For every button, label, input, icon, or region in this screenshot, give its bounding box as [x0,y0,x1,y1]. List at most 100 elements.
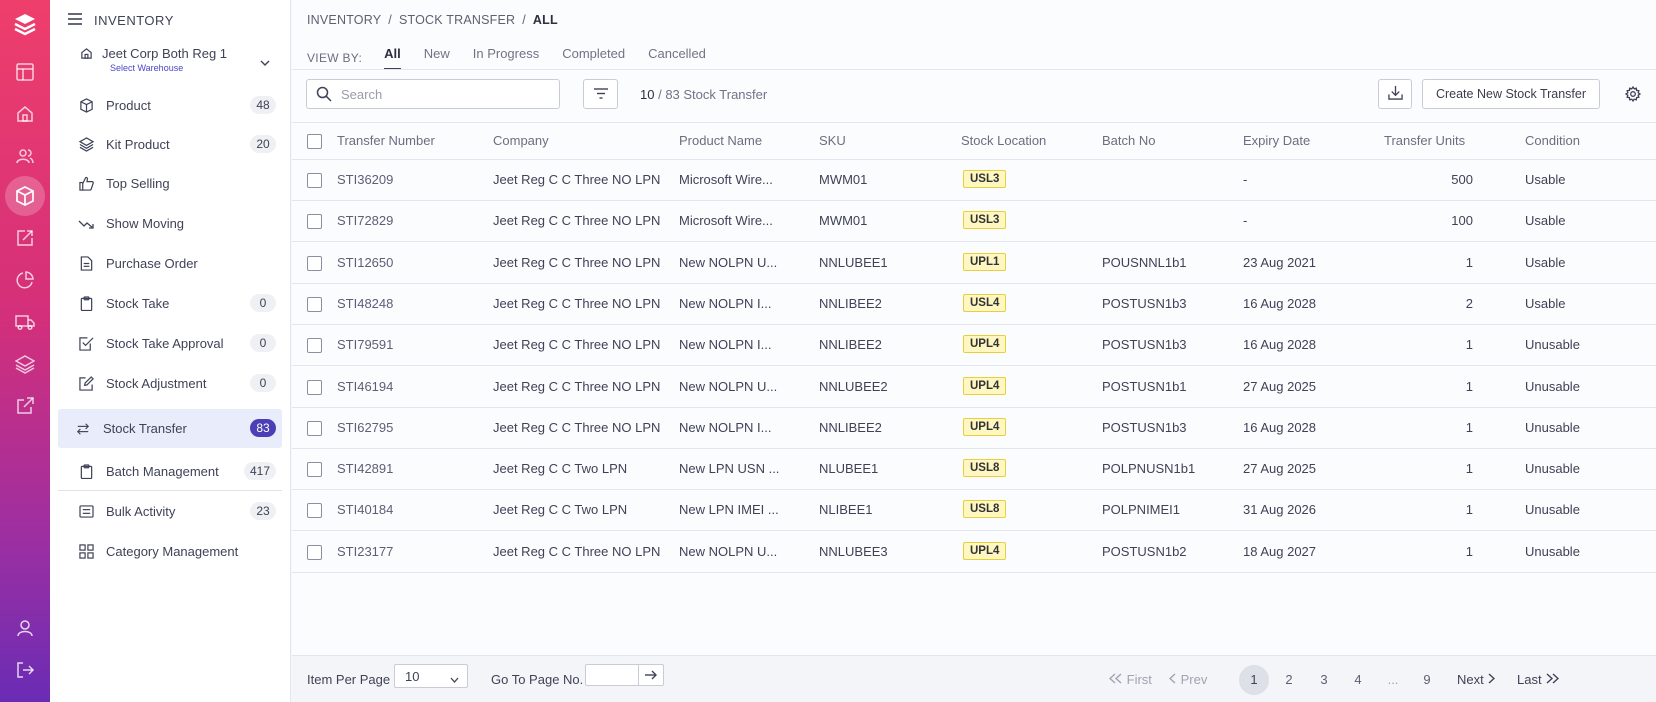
sidebar-item-batch-management[interactable]: Batch Management 417 [58,452,282,491]
search-box[interactable] [306,79,560,109]
row-checkbox[interactable] [307,255,322,271]
create-stock-transfer-button[interactable]: Create New Stock Transfer [1422,79,1600,109]
row-checkbox[interactable] [307,420,322,436]
user-icon[interactable] [5,608,45,648]
table-row[interactable]: STI46194 Jeet Reg C C Three NO LPN New NOL… [292,367,1656,408]
per-page-select[interactable]: 10 [394,664,468,688]
hamburger-menu-icon[interactable] [68,13,82,28]
cell-sku: NNLUBEE3 [819,543,888,559]
page-number-2[interactable]: 2 [1274,665,1304,695]
cell-transfer-number[interactable]: STI72829 [337,213,393,228]
page-number-1[interactable]: 1 [1239,665,1269,695]
cell-transfer-number[interactable]: STI40184 [337,502,393,517]
cell-transfer-number[interactable]: STI46194 [337,379,393,394]
tab-in-progress[interactable]: In Progress [473,45,539,70]
table-row[interactable]: STI48248 Jeet Reg C C Three NO LPN New NOL… [292,284,1656,325]
table-row[interactable]: STI62795 Jeet Reg C C Three NO LPN New NOL… [292,408,1656,449]
sidebar-item-stock-transfer[interactable]: Stock Transfer 83 [58,409,282,448]
cell-transfer-units: 1 [1465,337,1473,353]
sidebar-item-top-selling[interactable]: Top Selling [58,164,282,203]
truck-icon[interactable] [5,302,45,342]
last-page-button[interactable]: Last [1517,672,1560,687]
column-header[interactable]: Stock Location [961,133,1046,148]
page-number-3[interactable]: 3 [1309,665,1339,695]
home-icon[interactable] [5,94,45,134]
table-row[interactable]: STI36209 Jeet Reg C C Three NO LPN Microso… [292,160,1656,201]
column-header[interactable]: Batch No [1102,133,1155,148]
row-checkbox[interactable] [307,544,322,560]
column-header[interactable]: Product Name [679,133,762,148]
column-header[interactable]: Company [493,133,549,148]
table-row[interactable]: STI23177 Jeet Reg C C Three NO LPN New NOL… [292,532,1656,573]
logo-icon[interactable] [5,4,45,44]
next-page-button[interactable]: Next [1457,672,1496,687]
search-icon [307,86,341,102]
row-checkbox[interactable] [307,338,322,354]
table-row[interactable]: STI40184 Jeet Reg C C Two LPN New LPN IMEI… [292,490,1656,532]
sidebar-item-show-moving[interactable]: Show Moving [58,204,282,243]
column-header[interactable]: Transfer Number [337,133,435,148]
sidebar-item-bulk-activity[interactable]: Bulk Activity 23 [58,492,282,531]
tab-new[interactable]: New [424,45,450,70]
users-icon[interactable] [5,136,45,176]
sidebar-item-product[interactable]: Product 48 [58,86,282,125]
external-link-icon[interactable] [5,386,45,426]
stock-location-badge: USL8 [963,459,1007,478]
pie-chart-icon[interactable] [5,260,45,300]
column-header[interactable]: Expiry Date [1243,133,1310,148]
sidebar-item-category-management[interactable]: Category Management [58,532,282,571]
tab-all[interactable]: All [384,45,401,70]
goto-page-button[interactable] [638,664,664,686]
search-input[interactable] [341,86,541,102]
sidebar-item-kit-product[interactable]: Kit Product 20 [58,125,282,164]
cell-transfer-number[interactable]: STI79591 [337,337,393,352]
tab-completed[interactable]: Completed [562,45,625,70]
double-chevron-right-icon [1545,672,1560,687]
breadcrumb-inventory[interactable]: INVENTORY [307,13,381,27]
cell-transfer-number[interactable]: STI62795 [337,420,393,435]
table-row[interactable]: STI12650 Jeet Reg C C Three NO LPN New NOL… [292,243,1656,284]
row-checkbox[interactable] [307,173,322,188]
layers-icon[interactable] [5,344,45,384]
column-header[interactable]: Transfer Units [1384,133,1465,148]
row-checkbox[interactable] [307,379,322,395]
table-row[interactable]: STI42891 Jeet Reg C C Two LPN New LPN USN … [292,449,1656,491]
filter-button[interactable] [583,79,618,109]
gear-icon[interactable] [1623,84,1643,104]
prev-page-button[interactable]: Prev [1168,672,1207,687]
edit-icon[interactable] [5,218,45,258]
stock-location-badge: UPL4 [963,335,1007,354]
row-checkbox[interactable] [307,462,322,478]
page-number-9[interactable]: 9 [1412,665,1442,695]
table-row[interactable]: STI79591 Jeet Reg C C Three NO LPN New NOL… [292,325,1656,367]
logout-icon[interactable] [5,650,45,690]
cell-transfer-number[interactable]: STI36209 [337,172,393,187]
cell-transfer-number[interactable]: STI48248 [337,296,393,311]
download-button[interactable] [1378,79,1412,109]
cell-transfer-number[interactable]: STI12650 [337,255,393,270]
sidebar-item-purchase-order[interactable]: Purchase Order [58,244,282,283]
row-checkbox[interactable] [307,503,322,519]
layout-icon[interactable] [5,52,45,92]
table-row[interactable]: STI72829 Jeet Reg C C Three NO LPN Microso… [292,201,1656,243]
first-page-button[interactable]: First [1108,672,1152,687]
stock-location-badge: USL3 [963,211,1007,230]
sidebar-item-stock-take-approval[interactable]: Stock Take Approval 0 [58,324,282,363]
page-number-4[interactable]: 4 [1343,665,1373,695]
cell-condition: Usable [1525,172,1566,187]
box-icon[interactable] [5,176,45,216]
breadcrumb-stock-transfer[interactable]: STOCK TRANSFER [399,13,515,27]
cell-transfer-units: 1 [1465,543,1473,559]
cell-transfer-number[interactable]: STI23177 [337,544,393,559]
goto-page-input[interactable] [585,664,639,686]
row-checkbox[interactable] [307,296,322,312]
sidebar-item-stock-take[interactable]: Stock Take 0 [58,284,282,323]
column-header[interactable]: SKU [819,133,846,148]
select-all-checkbox[interactable] [307,134,322,149]
column-header[interactable]: Condition [1525,133,1580,148]
row-checkbox[interactable] [307,214,322,230]
cell-transfer-number[interactable]: STI42891 [337,461,393,476]
sidebar-item-stock-adjustment[interactable]: Stock Adjustment 0 [58,364,282,403]
sidebar-item-label: Bulk Activity [106,504,176,519]
tab-cancelled[interactable]: Cancelled [648,45,706,70]
